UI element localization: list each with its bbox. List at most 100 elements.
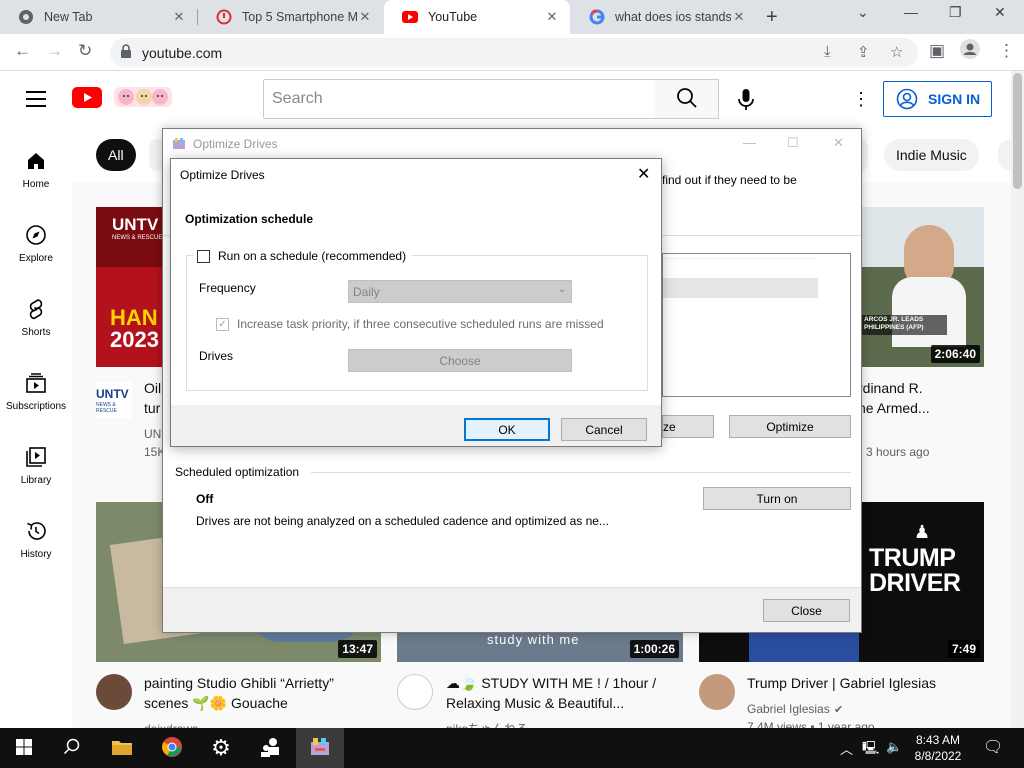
choose-button[interactable]: Choose	[348, 349, 572, 372]
close-tab-icon[interactable]: ✕	[731, 9, 747, 25]
dialog-title: Optimize Drives	[180, 168, 265, 182]
chip-all[interactable]: All	[96, 139, 136, 171]
close-tab-icon[interactable]: ✕	[357, 9, 373, 25]
video-title[interactable]: Relaxing Music & Beautiful...	[446, 693, 624, 713]
sign-in-button[interactable]: SIGN IN	[883, 81, 992, 117]
video-meta: 3 hours ago	[866, 445, 930, 459]
url-text[interactable]: youtube.com	[142, 45, 222, 61]
reload-icon[interactable]: ↻	[78, 41, 92, 61]
ok-button[interactable]: OK	[464, 418, 550, 441]
back-icon[interactable]: ←	[14, 41, 31, 61]
sidebar-item-subscriptions[interactable]: Subscriptions	[0, 371, 72, 412]
install-icon[interactable]: ⤓	[824, 43, 831, 60]
sidebar-item-library[interactable]: Library	[0, 445, 72, 486]
notifications-icon[interactable]: 🗨	[983, 737, 1003, 757]
tab-youtube[interactable]: YouTube ✕	[384, 0, 570, 34]
minimize-icon[interactable]: —	[904, 4, 918, 20]
page-scrollbar[interactable]	[1011, 71, 1024, 728]
account-icon	[896, 88, 918, 110]
address-bar[interactable]: youtube.com ⤓ ⇪ ☆	[110, 38, 918, 67]
search-button[interactable]	[655, 79, 719, 119]
video-title[interactable]: rdinand R.	[858, 378, 923, 398]
search-field[interactable]	[263, 79, 656, 119]
increase-priority-checkbox[interactable]: ✓ Increase task priority, if three conse…	[216, 317, 604, 331]
window-titlebar[interactable]: Optimize Drives — ☐ ✕	[163, 129, 861, 159]
bookmark-star-icon[interactable]: ☆	[890, 43, 903, 61]
channel-avatar[interactable]: UNTV NEWS & RESCUE	[96, 382, 132, 418]
start-button[interactable]	[0, 728, 48, 768]
channel-avatar[interactable]	[699, 674, 735, 710]
frequency-select[interactable]: Daily ⌄	[348, 280, 572, 303]
tab-new-tab[interactable]: New Tab ✕	[0, 0, 197, 34]
close-window-icon[interactable]: ✕	[994, 4, 1006, 21]
close-tab-icon[interactable]: ✕	[171, 9, 187, 25]
system-clock[interactable]: 8:43 AM 8/8/2022	[912, 732, 964, 764]
sidebar-item-home[interactable]: Home	[0, 149, 72, 190]
youtube-doodle[interactable]	[112, 83, 174, 109]
optimize-drives-taskbar-button[interactable]	[296, 728, 344, 768]
close-button[interactable]: Close	[763, 599, 850, 622]
sidebar-item-explore[interactable]: Explore	[0, 223, 72, 264]
volume-icon[interactable]: 🔈	[886, 739, 902, 755]
video-title[interactable]: he Armed...	[858, 398, 930, 418]
drives-list[interactable]	[662, 253, 851, 397]
channel-avatar[interactable]	[96, 674, 132, 710]
close-icon[interactable]: ✕	[833, 135, 844, 151]
microphone-icon[interactable]	[736, 88, 756, 115]
analyze-button[interactable]: ze	[662, 415, 714, 438]
file-explorer-button[interactable]	[98, 728, 146, 768]
search-taskbar-button[interactable]	[48, 728, 96, 768]
checkbox-box[interactable]	[197, 249, 210, 263]
thumbnail-text: ARCOS JR. LEADS PHILIPPINES (AFP)	[864, 316, 924, 331]
settings-kebab-icon[interactable]: ⋮	[852, 89, 870, 110]
video-title[interactable]: tur	[144, 398, 160, 418]
video-title[interactable]: Trump Driver | Gabriel Iglesias	[747, 673, 936, 693]
run-on-schedule-checkbox[interactable]: Run on a schedule (recommended)	[193, 249, 413, 263]
menu-icon[interactable]	[26, 91, 46, 112]
profile-icon[interactable]	[960, 39, 980, 64]
chrome-menu-icon[interactable]: ⋮	[998, 41, 1015, 61]
chip-partial[interactable]	[998, 139, 1011, 171]
show-hidden-icons-icon[interactable]: ︿	[840, 739, 853, 758]
video-title[interactable]: Oil	[144, 378, 161, 398]
chip-indie-music[interactable]: Indie Music	[884, 139, 979, 171]
video-title[interactable]: painting Studio Ghibli “Arrietty”	[144, 673, 334, 693]
people-taskbar-button[interactable]	[246, 728, 294, 768]
chrome-taskbar-button[interactable]	[148, 728, 196, 768]
youtube-logo[interactable]	[72, 87, 102, 111]
channel-avatar[interactable]	[397, 674, 433, 710]
sidebar-item-history[interactable]: History	[0, 519, 72, 560]
checkbox-box[interactable]: ✓	[216, 317, 229, 331]
video-title[interactable]: scenes 🌱🌼 Gouache	[144, 693, 288, 713]
video-duration: 2:06:40	[930, 345, 980, 363]
search-input[interactable]	[264, 80, 655, 118]
lock-icon[interactable]	[120, 44, 132, 61]
scrollbar-thumb[interactable]	[1013, 73, 1022, 189]
network-icon[interactable]: 🖳	[862, 739, 879, 761]
tab-search-icon[interactable]: ⌄	[857, 4, 869, 21]
ok-label: OK	[498, 422, 516, 437]
tab-google-search[interactable]: what does ios stands - ✕	[571, 0, 757, 34]
video-thumbnail[interactable]: ARCOS JR. LEADS PHILIPPINES (AFP) 2:06:4…	[862, 207, 984, 367]
share-icon[interactable]: ⇪	[857, 43, 870, 61]
turn-on-button[interactable]: Turn on	[703, 487, 851, 510]
minimize-icon[interactable]: —	[743, 135, 756, 150]
settings-taskbar-button[interactable]: ⚙	[197, 728, 245, 768]
video-duration: 13:47	[338, 640, 377, 658]
close-tab-icon[interactable]: ✕	[544, 9, 560, 25]
cancel-button[interactable]: Cancel	[561, 418, 647, 441]
restore-icon[interactable]: ❐	[949, 4, 962, 21]
side-panel-icon[interactable]: ▣	[929, 41, 945, 61]
tab-smartphone[interactable]: Top 5 Smartphone Mo ✕	[198, 0, 383, 34]
new-tab-icon[interactable]: +	[766, 6, 778, 29]
optimize-button[interactable]: Optimize	[729, 415, 851, 438]
drive-row[interactable]	[663, 278, 818, 298]
channel-name[interactable]: Gabriel Iglesias	[747, 700, 830, 718]
youtube-icon	[402, 9, 418, 25]
forward-icon[interactable]: →	[46, 41, 63, 61]
close-icon[interactable]: ✕	[637, 164, 650, 184]
maximize-icon[interactable]: ☐	[787, 135, 799, 151]
video-thumbnail[interactable]: UNTV NEWS & RESCUE HAN 2023	[96, 207, 166, 367]
sidebar-item-shorts[interactable]: Shorts	[0, 297, 72, 338]
video-title[interactable]: ☁🍃 STUDY WITH ME ! / 1hour /	[446, 673, 656, 693]
